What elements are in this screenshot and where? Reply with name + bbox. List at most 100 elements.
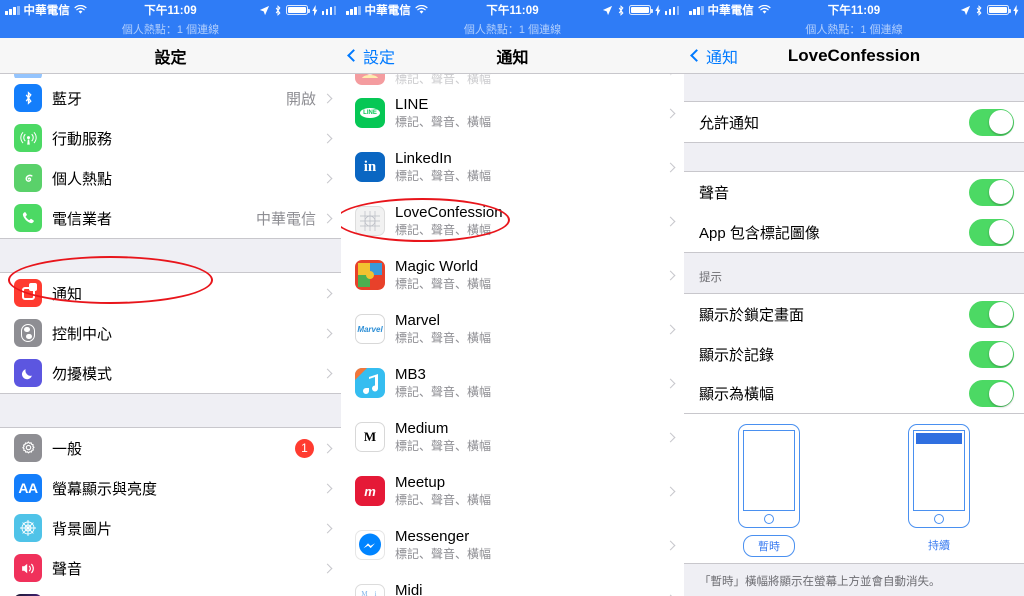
banner-style-label: 暫時: [743, 535, 795, 557]
settings-row-carrier[interactable]: 電信業者 中華電信: [0, 198, 341, 238]
banner-style-option-temporary[interactable]: 暫時: [738, 424, 800, 557]
panel-notifications: 中華電信 下午11:09 個人熱點：1 個連線 設定 通知 標記、聲音、橫幅 L…: [341, 0, 684, 596]
app-row-loveconfession[interactable]: LoveConfession 標記、聲音、橫幅: [341, 194, 684, 248]
settings-list[interactable]: Wi-Fi MOTOROLA-4F 藍牙 開啟 行動服務: [0, 74, 341, 596]
app-row-meetup[interactable]: m Meetup 標記、聲音、橫幅: [341, 464, 684, 518]
toggle-label: 顯示於記錄: [699, 346, 775, 364]
show-in-history-toggle[interactable]: [969, 340, 1014, 368]
battery-icon: [285, 5, 310, 15]
settings-row-detail: 中華電信: [255, 210, 316, 228]
status-bar-2: 中華電信 下午11:09 個人熱點：1 個連線: [341, 0, 684, 38]
toggle-row-badge-app-icon[interactable]: App 包含標記圖像: [684, 212, 1024, 252]
toggle-label: App 包含標記圖像: [699, 224, 820, 242]
chevron-right-icon: [322, 483, 333, 493]
toggle-row-show-in-history[interactable]: 顯示於記錄: [684, 334, 1024, 374]
settings-row-control-center[interactable]: 控制中心: [0, 313, 341, 353]
toggle-row-show-as-banners[interactable]: 顯示為橫幅: [684, 374, 1024, 414]
battery-icon: [628, 5, 653, 15]
settings-row-siri[interactable]: Siri 與搜尋: [0, 588, 341, 596]
nav-bar-app-detail: 通知 LoveConfession: [684, 38, 1024, 74]
app-row-messenger[interactable]: Messenger 標記、聲音、橫幅: [341, 518, 684, 572]
badge-app-icon-toggle[interactable]: [969, 218, 1014, 246]
app-name: MB3: [395, 366, 426, 383]
chevron-right-icon: [665, 108, 676, 118]
lake-app-icon: [355, 74, 385, 85]
linkedin-app-icon: in: [355, 152, 385, 182]
app-sub: 標記、聲音、橫幅: [395, 385, 492, 399]
settings-row-general[interactable]: 一般 1: [0, 428, 341, 468]
app-sub: 標記、聲音、橫幅: [395, 331, 492, 345]
section-divider: [684, 74, 1024, 102]
nav-bar-notifications: 設定 通知: [341, 38, 684, 74]
display-brightness-icon: AA: [14, 474, 42, 502]
sounds-toggle[interactable]: [969, 178, 1014, 206]
app-name: Midi: [395, 582, 423, 596]
app-notification-settings-list[interactable]: 允許通知 聲音 App 包含標記圖像 提示 顯示於鎖定畫面 顯示於記錄 顯示為橫…: [684, 74, 1024, 596]
chevron-right-icon: [322, 368, 333, 378]
toggle-row-sounds[interactable]: 聲音: [684, 172, 1024, 212]
app-sub: 標記、聲音、橫幅: [395, 439, 492, 453]
status-bar-3: 中華電信 下午11:09 個人熱點：1 個連線: [684, 0, 1024, 38]
wallpaper-icon: [14, 514, 42, 542]
bluetooth-icon: [14, 84, 42, 112]
app-row-lake[interactable]: Lake 填色書 標記、聲音、橫幅: [341, 74, 684, 86]
mb3-app-icon: [355, 368, 385, 398]
show-on-lock-screen-toggle[interactable]: [969, 300, 1014, 328]
loveconfession-app-icon: [355, 206, 385, 236]
app-row-linkedin[interactable]: in LinkedIn 標記、聲音、橫幅: [341, 140, 684, 194]
control-center-icon: [14, 319, 42, 347]
app-row-marvel[interactable]: Marvel Marvel 標記、聲音、橫幅: [341, 302, 684, 356]
chevron-right-icon: [322, 213, 333, 223]
magicworld-app-icon: [355, 260, 385, 290]
back-button-notifications[interactable]: 通知: [688, 44, 738, 68]
banner-style-picker[interactable]: 暫時 持續: [684, 414, 1024, 564]
chevron-right-icon: [665, 324, 676, 334]
sound-icon: [14, 554, 42, 582]
carrier-label: 中華電信: [23, 5, 70, 17]
chevron-right-icon: [665, 216, 676, 226]
marvel-app-icon: Marvel: [355, 314, 385, 344]
chevron-right-icon: [322, 523, 333, 533]
settings-row-wallpaper[interactable]: 背景圖片: [0, 508, 341, 548]
chevron-right-icon: [322, 328, 333, 338]
chevron-right-icon: [665, 486, 676, 496]
settings-row-display[interactable]: AA 螢幕顯示與亮度: [0, 468, 341, 508]
medium-app-icon: M: [355, 422, 385, 452]
signal-bars-icon: [346, 5, 361, 15]
settings-row-label: 電信業者: [52, 210, 113, 228]
app-row-mb3[interactable]: MB3 標記、聲音、橫幅: [341, 356, 684, 410]
toggle-label: 顯示為橫幅: [699, 386, 775, 403]
settings-row-dnd[interactable]: 勿擾模式: [0, 353, 341, 393]
app-row-line[interactable]: LINE LINE 標記、聲音、橫幅: [341, 86, 684, 140]
chevron-right-icon: [322, 288, 333, 298]
lightning-bolt-icon: [654, 4, 660, 16]
nav-bar-settings: 設定: [0, 38, 341, 74]
settings-row-label: 控制中心: [52, 325, 113, 343]
back-button-label: 通知: [706, 49, 739, 67]
toggle-row-show-on-lock-screen[interactable]: 顯示於鎖定畫面: [684, 294, 1024, 334]
notifications-app-list[interactable]: Lake 填色書 標記、聲音、橫幅 LINE LINE 標記、聲音、橫幅 in: [341, 74, 684, 596]
messenger-app-icon: [355, 530, 385, 560]
app-row-medium[interactable]: M Medium 標記、聲音、橫幅: [341, 410, 684, 464]
settings-row-detail: MOTOROLA-4F: [208, 74, 316, 76]
settings-row-label: 通知: [52, 285, 83, 303]
chevron-right-icon: [665, 270, 676, 280]
section-divider: [0, 238, 341, 273]
settings-row-notifications[interactable]: 通知: [0, 273, 341, 313]
settings-row-sound[interactable]: 聲音: [0, 548, 341, 588]
panel-app-notification-settings: 中華電信 下午11:09 個人熱點：1 個連線 通知 LoveConfessio…: [684, 0, 1024, 596]
show-as-banners-toggle[interactable]: [969, 380, 1014, 407]
midi-app-icon: Miid: [355, 584, 385, 596]
phone-outline-banner-icon: [908, 424, 970, 528]
back-button-settings[interactable]: 設定: [345, 44, 395, 68]
settings-row-hotspot[interactable]: 個人熱點: [0, 158, 341, 198]
app-row-midi[interactable]: Miid Midi 標記、聲音、橫幅: [341, 572, 684, 596]
allow-notifications-toggle[interactable]: [969, 108, 1014, 136]
line-app-icon: LINE: [355, 98, 385, 128]
settings-row-bluetooth[interactable]: 藍牙 開啟: [0, 78, 341, 118]
toggle-row-allow-notifications[interactable]: 允許通知: [684, 102, 1024, 142]
settings-row-cellular[interactable]: 行動服務: [0, 118, 341, 158]
banner-style-option-persistent[interactable]: 持續: [908, 424, 970, 557]
app-row-magicworld[interactable]: Magic World 標記、聲音、橫幅: [341, 248, 684, 302]
battery-icon: [987, 5, 1012, 15]
